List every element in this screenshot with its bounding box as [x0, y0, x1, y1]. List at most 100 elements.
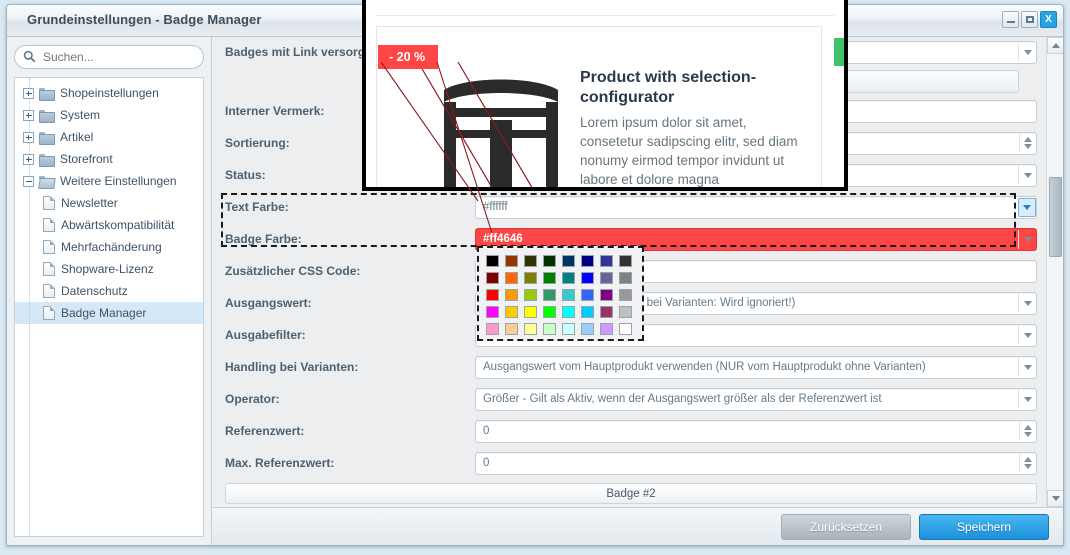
- expand-icon[interactable]: [23, 109, 34, 121]
- color-swatch-cell[interactable]: [502, 269, 521, 286]
- sidebar-item-newsletter[interactable]: Newsletter: [15, 192, 203, 214]
- color-swatch[interactable]: [600, 305, 613, 318]
- collapse-icon[interactable]: [23, 175, 34, 187]
- color-swatch[interactable]: [562, 271, 575, 284]
- referenzwert-input[interactable]: 0: [475, 419, 1037, 443]
- sidebar-item-storefront[interactable]: Storefront: [15, 148, 203, 170]
- handling-varianten-select[interactable]: Ausgangswert vom Hauptprodukt verwenden …: [475, 355, 1037, 379]
- color-swatch-cell[interactable]: [521, 269, 540, 286]
- color-swatch[interactable]: [505, 254, 518, 267]
- color-swatch[interactable]: [543, 254, 556, 267]
- color-swatch[interactable]: [619, 288, 632, 301]
- color-swatch-cell[interactable]: [578, 252, 597, 269]
- color-swatch-cell[interactable]: [578, 269, 597, 286]
- color-swatch[interactable]: [562, 322, 575, 335]
- color-swatch[interactable]: [600, 254, 613, 267]
- color-swatch-cell[interactable]: [483, 269, 502, 286]
- sidebar-item-artikel[interactable]: Artikel: [15, 126, 203, 148]
- color-swatch[interactable]: [543, 322, 556, 335]
- sidebar-item-system[interactable]: System: [15, 104, 203, 126]
- color-swatch-cell[interactable]: [483, 320, 502, 337]
- scroll-up-button[interactable]: [1047, 37, 1063, 54]
- operator-select[interactable]: Größer - Gilt als Aktiv, wenn der Ausgan…: [475, 387, 1037, 411]
- color-swatch[interactable]: [581, 305, 594, 318]
- sidebar-item-weitere-einstellungen[interactable]: Weitere Einstellungen: [15, 170, 203, 192]
- color-swatch[interactable]: [619, 271, 632, 284]
- color-swatch[interactable]: [619, 254, 632, 267]
- close-button[interactable]: X: [1040, 11, 1057, 28]
- sidebar-item-abwaertskompatibilitaet[interactable]: Abwärtskompatibilität: [15, 214, 203, 236]
- color-swatch[interactable]: [619, 322, 632, 335]
- color-swatch-cell[interactable]: [483, 252, 502, 269]
- color-swatch[interactable]: [505, 271, 518, 284]
- search-box[interactable]: [14, 45, 204, 69]
- color-swatch[interactable]: [543, 288, 556, 301]
- color-swatch[interactable]: [524, 254, 537, 267]
- spinner-stepper[interactable]: [1019, 453, 1036, 473]
- color-swatch-cell[interactable]: [521, 303, 540, 320]
- expand-icon[interactable]: [23, 87, 34, 99]
- color-swatch[interactable]: [581, 288, 594, 301]
- chevron-down-icon[interactable]: [1018, 229, 1036, 249]
- color-swatch[interactable]: [486, 254, 499, 267]
- color-swatch-cell[interactable]: [483, 286, 502, 303]
- color-swatch[interactable]: [486, 305, 499, 318]
- chevron-down-icon[interactable]: [1018, 293, 1036, 313]
- reset-button[interactable]: Zurücksetzen: [781, 513, 911, 540]
- color-swatch-cell[interactable]: [540, 252, 559, 269]
- save-button[interactable]: Speichern: [919, 513, 1049, 540]
- chevron-down-icon[interactable]: [1018, 389, 1036, 409]
- color-swatch-cell[interactable]: [502, 286, 521, 303]
- color-swatch-cell[interactable]: [521, 320, 540, 337]
- color-swatch-cell[interactable]: [559, 320, 578, 337]
- sidebar-item-shopeinstellungen[interactable]: Shopeinstellungen: [15, 82, 203, 104]
- color-swatch-cell[interactable]: [597, 320, 616, 337]
- color-swatch-cell[interactable]: [502, 303, 521, 320]
- chevron-down-icon[interactable]: [1018, 165, 1036, 185]
- chevron-down-icon[interactable]: [1018, 357, 1036, 377]
- color-swatch[interactable]: [562, 254, 575, 267]
- scrollbar-thumb[interactable]: [1049, 177, 1062, 257]
- color-swatch[interactable]: [581, 254, 594, 267]
- text-farbe-value[interactable]: #ffffff: [475, 195, 1037, 219]
- color-swatch-cell[interactable]: [540, 286, 559, 303]
- color-swatch-cell[interactable]: [616, 320, 635, 337]
- color-swatch-cell[interactable]: [578, 286, 597, 303]
- color-swatch[interactable]: [505, 305, 518, 318]
- color-swatch-cell[interactable]: [559, 303, 578, 320]
- color-swatch[interactable]: [543, 271, 556, 284]
- color-swatch[interactable]: [543, 305, 556, 318]
- color-swatch[interactable]: [486, 271, 499, 284]
- color-swatch-cell[interactable]: [521, 286, 540, 303]
- settings-tree[interactable]: Shopeinstellungen System Artikel Storefr…: [14, 77, 204, 537]
- max-referenzwert-input[interactable]: 0: [475, 451, 1037, 475]
- color-swatch[interactable]: [581, 271, 594, 284]
- sidebar-item-mehrfachaenderung[interactable]: Mehrfachänderung: [15, 236, 203, 258]
- color-swatch-cell[interactable]: [483, 303, 502, 320]
- chevron-down-icon[interactable]: [1018, 325, 1036, 345]
- color-swatch[interactable]: [486, 322, 499, 335]
- color-swatch[interactable]: [581, 322, 594, 335]
- color-swatch[interactable]: [505, 322, 518, 335]
- color-swatch-cell[interactable]: [616, 252, 635, 269]
- spinner-stepper[interactable]: [1019, 133, 1036, 153]
- chevron-down-icon[interactable]: [1018, 42, 1036, 62]
- chevron-down-icon[interactable]: [1018, 197, 1036, 217]
- color-swatch-cell[interactable]: [597, 303, 616, 320]
- color-swatch-cell[interactable]: [502, 252, 521, 269]
- color-swatch-cell[interactable]: [559, 269, 578, 286]
- vertical-scrollbar[interactable]: [1046, 37, 1063, 507]
- color-swatch[interactable]: [524, 322, 537, 335]
- color-swatch-palette[interactable]: [477, 246, 644, 341]
- color-swatch[interactable]: [524, 271, 537, 284]
- minimize-button[interactable]: [1002, 11, 1019, 28]
- color-swatch[interactable]: [619, 305, 632, 318]
- color-swatch[interactable]: [524, 305, 537, 318]
- color-swatch-cell[interactable]: [616, 269, 635, 286]
- color-swatch-cell[interactable]: [540, 269, 559, 286]
- color-swatch-cell[interactable]: [521, 252, 540, 269]
- color-swatch-cell[interactable]: [597, 252, 616, 269]
- expand-icon[interactable]: [23, 131, 34, 143]
- color-swatch-cell[interactable]: [597, 286, 616, 303]
- maximize-button[interactable]: [1021, 11, 1038, 28]
